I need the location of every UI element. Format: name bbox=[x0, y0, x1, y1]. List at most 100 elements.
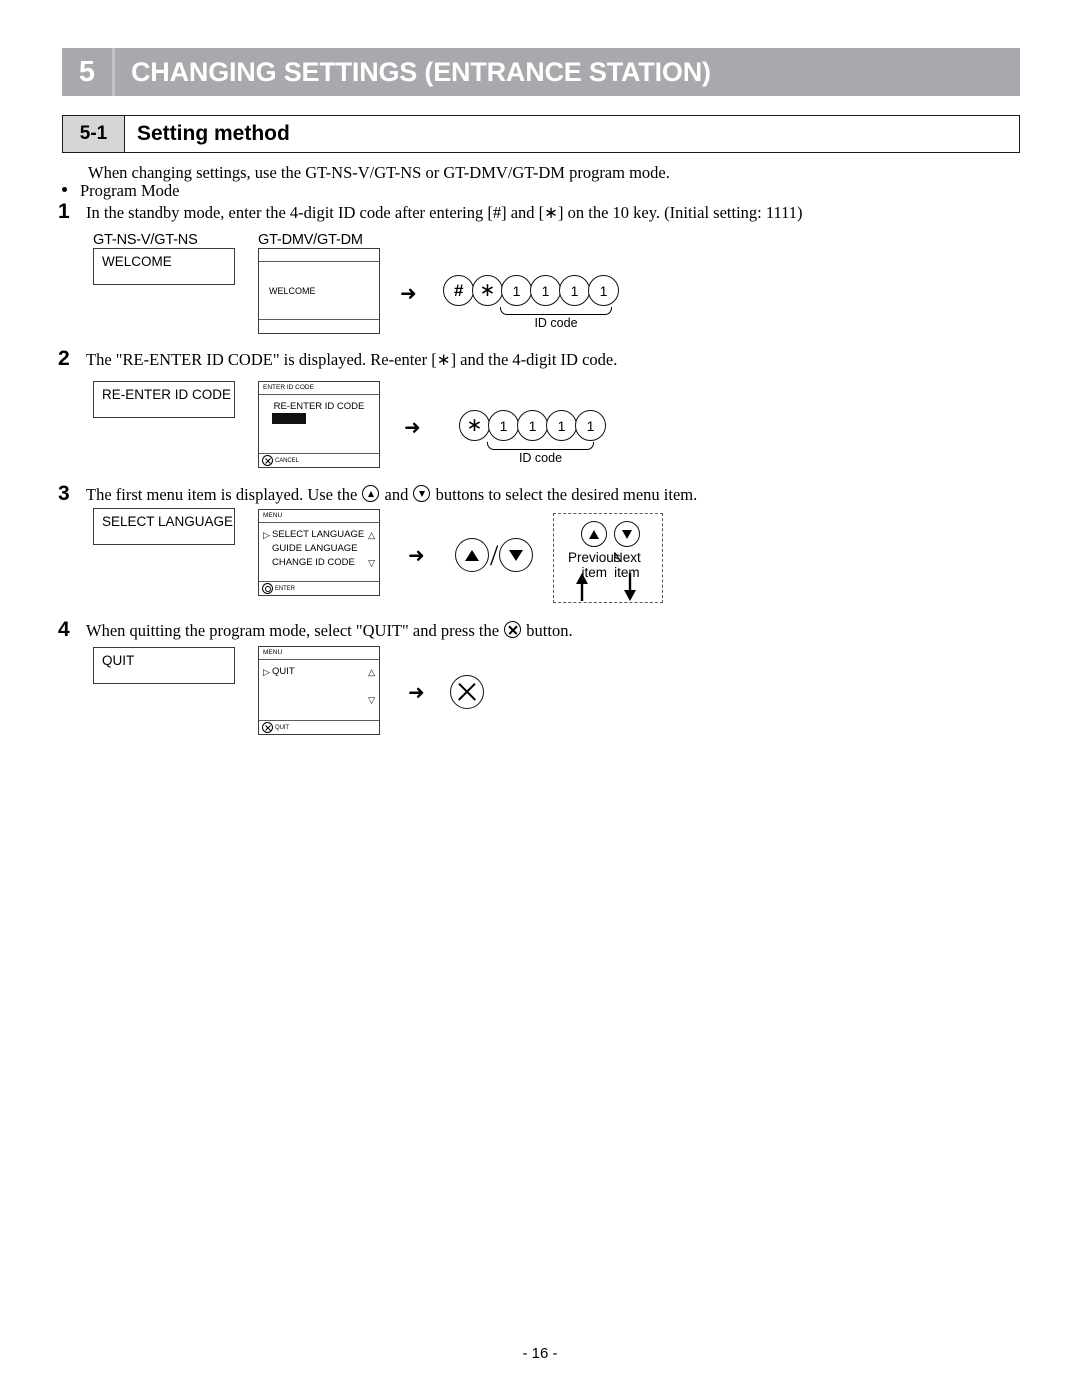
scroll-up-indicator-icon: △ bbox=[368, 530, 375, 540]
menu-item-row[interactable]: ▽ bbox=[263, 693, 375, 707]
circled-x-button[interactable] bbox=[450, 675, 484, 709]
lcd-panel-reenter-footer-label: CANCEL bbox=[275, 457, 299, 464]
down-triangle-button[interactable] bbox=[499, 538, 534, 572]
keypad-sequence-1: # ∗ 1 1 1 1 bbox=[443, 275, 619, 306]
lcd-simple-select-language: SELECT LANGUAGE bbox=[93, 508, 235, 545]
section-title: Setting method bbox=[137, 122, 290, 145]
lcd-panel-welcome-body: WELCOME bbox=[259, 262, 379, 319]
step-4-heading: 4 When quitting the program mode, select… bbox=[58, 618, 573, 642]
brace-shape-2 bbox=[487, 442, 594, 450]
menu-item-label: SELECT LANGUAGE bbox=[272, 529, 365, 540]
flow-arrow-3: ➜ bbox=[408, 543, 425, 567]
bullet-dot-icon bbox=[62, 187, 67, 192]
step-3-text-c: buttons to select the desired menu item. bbox=[431, 485, 698, 504]
key-digit-2[interactable]: 1 bbox=[530, 275, 561, 306]
nav-buttons-pair: / bbox=[455, 538, 534, 572]
lcd-panel-menu-header: MENU bbox=[259, 510, 379, 523]
lcd-panel-menu-footer: ENTER bbox=[259, 581, 379, 595]
manual-page: 5 CHANGING SETTINGS (ENTRANCE STATION) 5… bbox=[0, 0, 1080, 1397]
key-digit-1-2[interactable]: 1 bbox=[488, 410, 519, 441]
step-1-star: ∗ bbox=[544, 203, 558, 222]
chapter-header-bar: 5 CHANGING SETTINGS (ENTRANCE STATION) bbox=[62, 48, 1020, 96]
device-label-right-1: GT-DMV/GT-DM bbox=[258, 232, 363, 248]
lcd-panel-welcome-header bbox=[259, 249, 379, 262]
key-star[interactable]: ∗ bbox=[472, 275, 503, 306]
menu-item-row[interactable]: ▷ QUIT △ bbox=[263, 665, 375, 679]
step-3-number: 3 bbox=[58, 482, 70, 505]
section-number: 5-1 bbox=[63, 116, 125, 152]
menu-item-row[interactable]: ▷ SELECT LANGUAGE △ bbox=[263, 528, 375, 542]
lcd-simple-quit: QUIT bbox=[93, 647, 235, 684]
lcd-panel-reenter-body: RE-ENTER ID CODE bbox=[259, 395, 379, 453]
scroll-down-indicator-icon: ▽ bbox=[368, 558, 375, 568]
step-1-heading: 1 In the standby mode, enter the 4-digit… bbox=[58, 200, 803, 224]
flow-arrow-4: ➜ bbox=[408, 680, 425, 704]
lcd-simple-quit-text: QUIT bbox=[102, 653, 135, 668]
lcd-panel-welcome: WELCOME bbox=[258, 248, 380, 334]
down-triangle-icon bbox=[613, 521, 640, 547]
menu-item-row[interactable]: GUIDE LANGUAGE bbox=[263, 542, 375, 556]
lcd-simple-welcome: WELCOME bbox=[93, 248, 235, 285]
id-code-brace-2: ID code bbox=[487, 442, 594, 465]
previous-item-arrow-icon bbox=[576, 573, 588, 601]
program-mode-bullet: Program Mode bbox=[62, 181, 179, 201]
program-mode-label: Program Mode bbox=[80, 181, 180, 200]
lcd-panel-menu-body: ▷ SELECT LANGUAGE △ GUIDE LANGUAGE CHANG… bbox=[259, 523, 379, 581]
lcd-panel-welcome-text: WELCOME bbox=[269, 286, 316, 296]
lcd-panel-quit-footer-label: QUIT bbox=[275, 724, 289, 731]
lcd-panel-quit-body: ▷ QUIT △ ▽ bbox=[259, 660, 379, 720]
step-4-text: When quitting the program mode, select "… bbox=[86, 621, 573, 641]
lcd-panel-reenter-footer: CANCEL bbox=[259, 453, 379, 467]
step-2-text-b: ] and the 4-digit ID code. bbox=[450, 350, 618, 369]
id-code-label-2: ID code bbox=[518, 451, 563, 465]
scroll-down-indicator-icon: ▽ bbox=[368, 695, 375, 705]
step-1-number: 1 bbox=[58, 200, 70, 223]
menu-item-label: GUIDE LANGUAGE bbox=[272, 543, 358, 554]
menu-item-label: CHANGE ID CODE bbox=[272, 557, 355, 568]
chapter-title: CHANGING SETTINGS (ENTRANCE STATION) bbox=[131, 56, 711, 87]
key-digit-1[interactable]: 1 bbox=[501, 275, 532, 306]
lcd-panel-quit: MENU ▷ QUIT △ ▽ QUIT bbox=[258, 646, 380, 735]
next-item-arrow-icon bbox=[624, 573, 636, 601]
circled-x-icon bbox=[262, 722, 273, 733]
menu-caret-icon: ▷ bbox=[263, 530, 270, 540]
key-digit-4-2[interactable]: 1 bbox=[575, 410, 606, 441]
step-3-text-a: The first menu item is displayed. Use th… bbox=[86, 485, 362, 504]
id-code-brace-1: ID code bbox=[500, 307, 612, 330]
id-code-label-1: ID code bbox=[534, 316, 578, 330]
key-digit-3[interactable]: 1 bbox=[559, 275, 590, 306]
step-1-text-a: In the standby mode, enter the 4-digit I… bbox=[86, 203, 545, 222]
up-triangle-button[interactable] bbox=[455, 538, 489, 572]
key-digit-2-2[interactable]: 1 bbox=[517, 410, 548, 441]
lcd-simple-welcome-text: WELCOME bbox=[102, 254, 172, 269]
circled-x-icon bbox=[262, 455, 273, 466]
device-label-left-1: GT-NS-V/GT-NS bbox=[93, 232, 198, 248]
keypad-sequence-2: ∗ 1 1 1 1 bbox=[459, 410, 606, 441]
key-hash[interactable]: # bbox=[443, 275, 474, 306]
lcd-panel-quit-header: MENU bbox=[259, 647, 379, 660]
lcd-simple-reenter-text: RE-ENTER ID CODE bbox=[102, 387, 232, 402]
step-4-number: 4 bbox=[58, 618, 70, 641]
button-separator: / bbox=[490, 539, 499, 572]
step-2-number: 2 bbox=[58, 347, 70, 370]
key-digit-3-2[interactable]: 1 bbox=[546, 410, 577, 441]
section-header-bar: 5-1 Setting method bbox=[62, 115, 1020, 153]
scroll-up-indicator-icon: △ bbox=[368, 667, 375, 677]
step-4-text-b: button. bbox=[522, 621, 573, 640]
lcd-panel-reenter-title: RE-ENTER ID CODE bbox=[273, 401, 365, 412]
key-digit-4[interactable]: 1 bbox=[588, 275, 619, 306]
brace-shape-1 bbox=[500, 307, 612, 315]
lcd-panel-quit-footer: QUIT bbox=[259, 720, 379, 734]
intro-paragraph: When changing settings, use the GT-NS-V/… bbox=[88, 163, 670, 182]
lcd-panel-welcome-footer bbox=[259, 319, 379, 333]
up-triangle-icon bbox=[362, 485, 380, 502]
lcd-panel-menu: MENU ▷ SELECT LANGUAGE △ GUIDE LANGUAGE … bbox=[258, 509, 380, 596]
key-star-2[interactable]: ∗ bbox=[459, 410, 490, 441]
flow-arrow-1: ➜ bbox=[400, 281, 417, 305]
lcd-panel-reenter-header: ENTER ID CODE bbox=[259, 382, 379, 395]
menu-item-row[interactable]: CHANGE ID CODE ▽ bbox=[263, 556, 375, 570]
flow-arrow-2: ➜ bbox=[404, 415, 421, 439]
step-4-text-a: When quitting the program mode, select "… bbox=[86, 621, 504, 640]
step-2-heading: 2 The "RE-ENTER ID CODE" is displayed. R… bbox=[58, 347, 617, 371]
lcd-panel-menu-footer-label: ENTER bbox=[275, 585, 295, 592]
